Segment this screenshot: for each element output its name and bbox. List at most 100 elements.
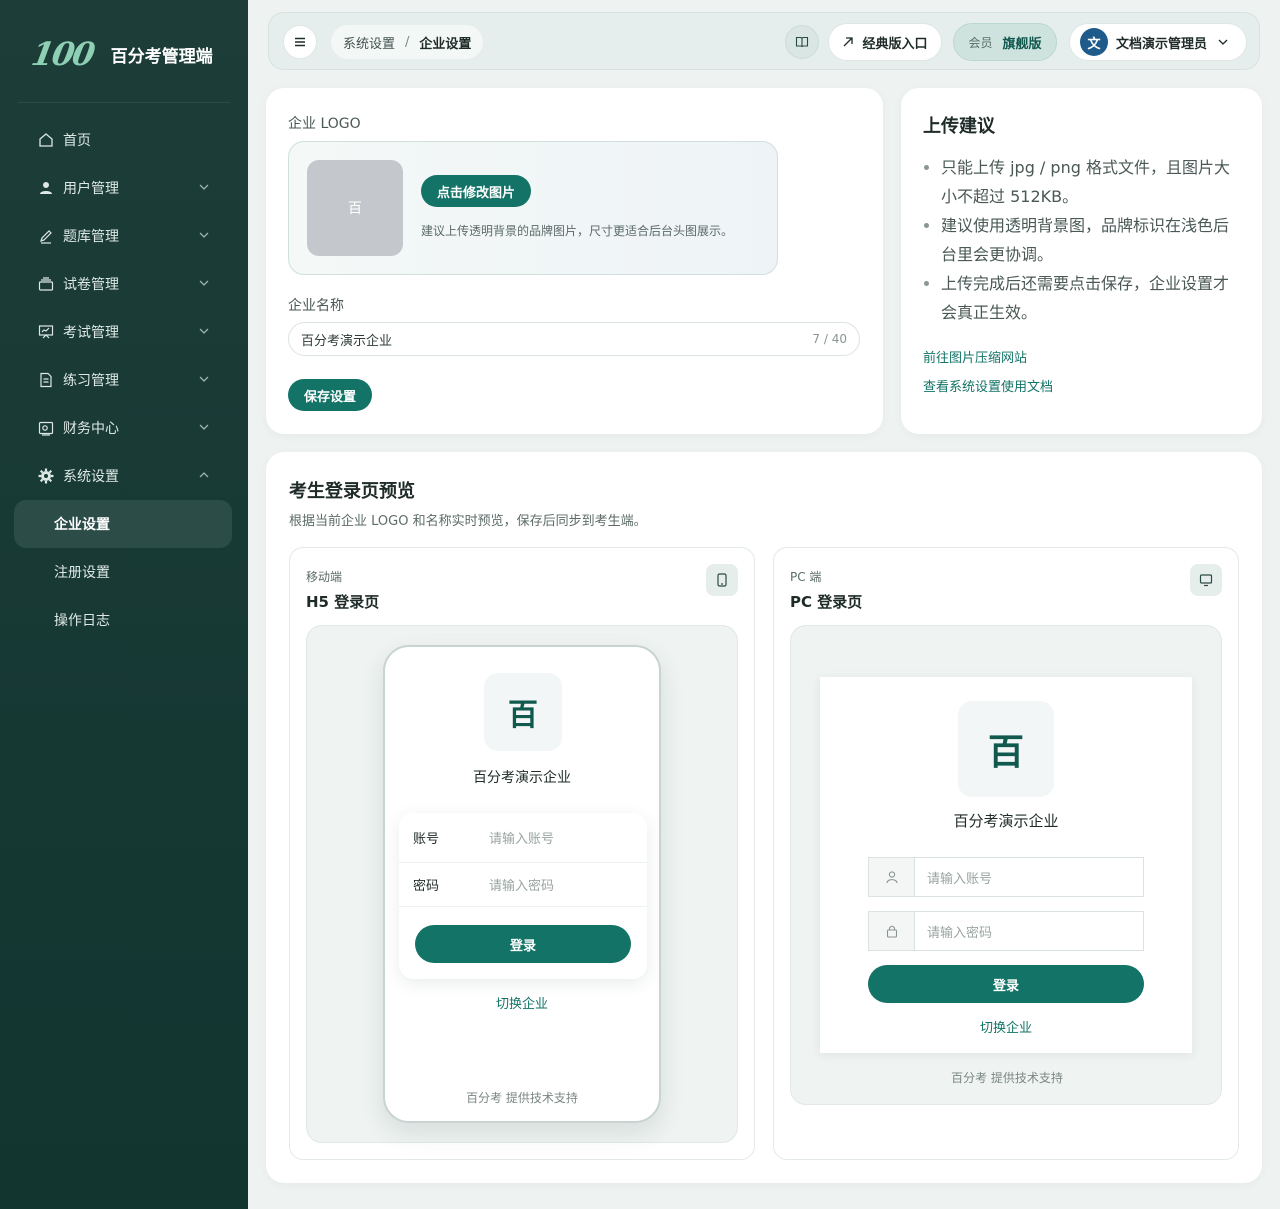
sidebar-subitem-enterprise-settings[interactable]: 企业设置	[14, 500, 232, 548]
account-input[interactable]: 请输入账号	[489, 828, 554, 847]
desktop-view-button[interactable]	[1190, 564, 1222, 596]
sidebar-item-label: 试卷管理	[63, 277, 119, 293]
chevron-down-icon	[1218, 39, 1228, 45]
classic-entry-label: 经典版入口	[862, 36, 928, 52]
classic-entry-button[interactable]: 经典版入口	[828, 23, 942, 61]
sidebar-item-users[interactable]: 用户管理	[0, 164, 248, 212]
phone-frame: 百 百分考演示企业 账号 请输入账号 密码 请输入密码 登录 切换企业 百分考 …	[383, 645, 661, 1123]
logo-label: 企业 LOGO	[288, 116, 361, 132]
password-row[interactable]: 密码 请输入密码	[399, 863, 647, 907]
logo-upload-area: 百 点击修改图片 建议上传透明背景的品牌图片，尺寸更适合后台头图展示。	[288, 141, 778, 275]
brand[interactable]: 100 百分考管理端	[28, 30, 213, 78]
password-input[interactable]: 请输入密码	[489, 875, 554, 894]
sidebar-menu: 首页 用户管理 题库管理 试卷管理 考试管理 练习管理 财务中心 系统设置 企业…	[0, 116, 248, 644]
monitor-icon	[1199, 574, 1213, 587]
sidebar-item-practice[interactable]: 练习管理	[0, 356, 248, 404]
pc-preview-panel: PC 端 PC 登录页 百 百分考演示企业 请输入账号 请输入密码 登录 切换企…	[773, 547, 1239, 1160]
login-preview-card: 考生登录页预览 根据当前企业 LOGO 和名称实时预览，保存后同步到考生端。 移…	[266, 452, 1262, 1183]
sidebar-subitem-registration-settings[interactable]: 注册设置	[0, 548, 248, 596]
breadcrumb-current: 企业设置	[419, 36, 472, 52]
platform-label: 移动端	[306, 570, 343, 584]
change-image-button[interactable]: 点击修改图片	[421, 175, 532, 207]
paper-stack-icon	[38, 276, 54, 292]
lock-icon	[869, 912, 915, 950]
char-counter: 7 / 40	[812, 332, 847, 346]
logo-hint: 建议上传透明背景的品牌图片，尺寸更适合后台头图展示。	[421, 224, 734, 238]
avatar: 文	[1080, 28, 1108, 56]
sidebar-subitem-operation-log[interactable]: 操作日志	[0, 596, 248, 644]
chevron-down-icon	[199, 424, 209, 430]
switch-company-link[interactable]: 切换企业	[385, 993, 659, 1012]
login-button[interactable]: 登录	[415, 925, 631, 963]
company-name: 百分考演示企业	[473, 770, 571, 786]
breadcrumb-parent[interactable]: 系统设置	[343, 33, 395, 52]
sidebar-item-label: 系统设置	[63, 469, 119, 485]
tip-item: 建议使用透明背景图，品牌标识在浅色后台里会更协调。	[941, 211, 1241, 269]
brand-logo: 100	[28, 35, 97, 73]
sidebar-item-label: 题库管理	[63, 229, 119, 245]
password-input[interactable]: 请输入密码	[868, 911, 1144, 951]
sidebar-item-home[interactable]: 首页	[0, 116, 248, 164]
mobile-stage: 百 百分考演示企业 账号 请输入账号 密码 请输入密码 登录 切换企业 百分考 …	[306, 625, 738, 1143]
docs-button[interactable]	[785, 25, 819, 59]
preview-panel-title: H5 登录页	[306, 593, 380, 611]
pc-login-window: 百 百分考演示企业 请输入账号 请输入密码 登录 切换企业	[820, 677, 1192, 1053]
pen-icon	[38, 228, 54, 244]
sidebar-item-finance[interactable]: 财务中心	[0, 404, 248, 452]
sidebar-item-exams[interactable]: 考试管理	[0, 308, 248, 356]
sidebar-item-label: 用户管理	[63, 181, 119, 197]
mobile-view-button[interactable]	[706, 564, 738, 596]
sidebar-subitem-label: 企业设置	[54, 517, 110, 533]
member-label: 会员	[968, 35, 993, 50]
sidebar-item-label: 首页	[63, 133, 91, 149]
user-menu[interactable]: 文 文档演示管理员	[1069, 23, 1247, 61]
tech-support-footer: 百分考 提供技术支持	[951, 1071, 1063, 1085]
docs-link[interactable]: 查看系统设置使用文档	[923, 376, 1053, 395]
user-name: 文档演示管理员	[1116, 36, 1208, 52]
menu-toggle-button[interactable]	[283, 25, 317, 59]
user-icon	[869, 858, 915, 896]
sidebar-item-system-settings[interactable]: 系统设置	[0, 452, 248, 500]
company-name-input[interactable]: 百分考演示企业 7 / 40	[288, 322, 860, 356]
login-form: 账号 请输入账号 密码 请输入密码 登录	[399, 813, 647, 979]
company-name-value: 百分考演示企业	[301, 333, 393, 349]
sidebar-item-question-bank[interactable]: 题库管理	[0, 212, 248, 260]
document-icon	[38, 372, 54, 388]
platform-label: PC 端	[790, 570, 822, 584]
account-placeholder: 请输入账号	[927, 871, 993, 887]
account-row[interactable]: 账号 请输入账号	[399, 813, 647, 863]
topbar: 系统设置 / 企业设置 经典版入口 会员 旗舰版 文 文档演示管理员	[268, 12, 1260, 70]
upload-tips-card: 上传建议 只能上传 jpg / png 格式文件，且图片大小不超过 512KB。…	[901, 88, 1262, 434]
book-icon	[795, 36, 809, 48]
sidebar-subitem-label: 操作日志	[54, 613, 110, 629]
chevron-down-icon	[199, 328, 209, 334]
chevron-down-icon	[199, 184, 209, 190]
company-logo: 百	[484, 673, 562, 751]
tip-item: 只能上传 jpg / png 格式文件，且图片大小不超过 512KB。	[941, 153, 1241, 211]
home-icon	[38, 132, 54, 148]
phone-icon	[717, 573, 727, 587]
logo-preview[interactable]: 百	[307, 160, 403, 256]
tips-list: 只能上传 jpg / png 格式文件，且图片大小不超过 512KB。 建议使用…	[923, 153, 1241, 327]
sidebar: 100 百分考管理端 首页 用户管理 题库管理 试卷管理 考试管理 练习管理 财…	[0, 0, 248, 1209]
login-button[interactable]: 登录	[868, 965, 1144, 1003]
name-label: 企业名称	[288, 298, 344, 314]
sidebar-item-label: 考试管理	[63, 325, 119, 341]
save-settings-button[interactable]: 保存设置	[288, 379, 373, 411]
member-badge[interactable]: 会员 旗舰版	[953, 23, 1057, 61]
brand-name: 百分考管理端	[110, 46, 213, 67]
user-icon	[38, 180, 54, 196]
sidebar-item-papers[interactable]: 试卷管理	[0, 260, 248, 308]
chevron-down-icon	[199, 280, 209, 286]
switch-company-link[interactable]: 切换企业	[820, 1017, 1192, 1036]
company-logo: 百	[958, 701, 1054, 797]
pc-stage: 百 百分考演示企业 请输入账号 请输入密码 登录 切换企业 百分考 提供技术支持	[790, 625, 1222, 1105]
tips-title: 上传建议	[923, 116, 995, 137]
chevron-down-icon	[199, 232, 209, 238]
sidebar-subitem-label: 注册设置	[54, 565, 110, 581]
tip-item: 上传完成后还需要点击保存，企业设置才会真正生效。	[941, 269, 1241, 327]
sidebar-item-label: 财务中心	[63, 421, 119, 437]
compress-site-link[interactable]: 前往图片压缩网站	[923, 347, 1027, 366]
member-level: 旗舰版	[1002, 36, 1042, 52]
account-input[interactable]: 请输入账号	[868, 857, 1144, 897]
